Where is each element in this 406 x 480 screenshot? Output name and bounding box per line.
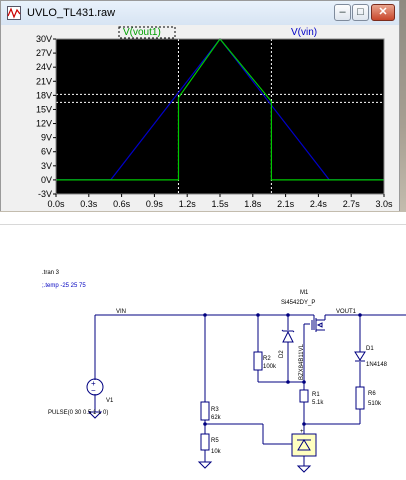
- window-title: UVLO_TL431.raw: [27, 7, 116, 19]
- x-tick-label: 1.5s: [211, 199, 229, 209]
- x-tick-label: 0.6s: [113, 199, 131, 209]
- waveform-window[interactable]: UVLO_TL431.raw – □ ✕ V(vout1) V(vin) 30V…: [0, 0, 400, 211]
- y-tick-label: 30V: [36, 34, 52, 44]
- y-tick-label: 6V: [41, 147, 52, 157]
- x-tick-label: 1.2s: [179, 199, 197, 209]
- mosfet-value[interactable]: Si4542DY_P: [281, 300, 315, 306]
- resistor-r2-ref[interactable]: R2: [263, 356, 271, 362]
- resistor-r3-ref[interactable]: R3: [211, 407, 219, 413]
- y-tick-label: 9V: [41, 133, 52, 143]
- plot-area[interactable]: [55, 26, 385, 195]
- svg-text:+: +: [300, 429, 304, 435]
- x-tick-label: 3.0s: [375, 199, 393, 209]
- net-label-vout1[interactable]: VOUT1: [336, 309, 357, 315]
- y-tick-label: 3V: [41, 161, 52, 171]
- svg-text:−: −: [91, 386, 96, 395]
- diode-d1-ref[interactable]: D1: [366, 346, 374, 352]
- minimize-button[interactable]: –: [334, 4, 351, 21]
- x-tick-label: 2.1s: [277, 199, 295, 209]
- resistor-r5-value[interactable]: 10k: [211, 449, 222, 455]
- y-tick-label: 21V: [36, 76, 52, 86]
- source-v1-ref[interactable]: V1: [106, 398, 114, 404]
- x-tick-label: 2.4s: [310, 199, 328, 209]
- x-tick-label: 0.0s: [47, 199, 65, 209]
- resistor-r6-value[interactable]: 510k: [368, 401, 382, 407]
- window-titlebar[interactable]: UVLO_TL431.raw – □ ✕: [1, 1, 399, 25]
- diode-d1-value[interactable]: 1N4148: [366, 362, 388, 368]
- zener-d2-ref[interactable]: D2: [279, 350, 285, 358]
- net-label-vin[interactable]: VIN: [116, 309, 126, 315]
- x-tick-label: 0.9s: [146, 199, 164, 209]
- tran-directive[interactable]: .tran 3: [42, 270, 60, 276]
- resistor-r5-ref[interactable]: R5: [211, 438, 219, 444]
- schematic-canvas[interactable]: .tran 3 ;.temp -25 25 75 + − + VIN VOUT1…: [0, 212, 406, 480]
- legend-vout1[interactable]: V(vout1): [123, 27, 161, 38]
- maximize-button[interactable]: □: [352, 4, 369, 21]
- resistor-r3-value[interactable]: 62k: [211, 415, 222, 421]
- x-tick-label: 0.3s: [80, 199, 98, 209]
- x-tick-label: 2.7s: [343, 199, 361, 209]
- close-button[interactable]: ✕: [371, 4, 395, 21]
- resistor-r1-ref[interactable]: R1: [312, 392, 320, 398]
- waveform-app-icon: [7, 6, 21, 20]
- resistor-r1-value[interactable]: 5.1k: [312, 400, 324, 406]
- y-tick-label: 27V: [36, 48, 52, 58]
- zener-d2-value[interactable]: BZX84B11VL: [299, 343, 305, 380]
- temp-directive[interactable]: ;.temp -25 25 75: [42, 283, 86, 289]
- x-tick-label: 1.8s: [244, 199, 262, 209]
- resistor-r6-ref[interactable]: R6: [368, 391, 376, 397]
- source-v1-value[interactable]: PULSE(0 30 0.5 1 1 0): [48, 410, 108, 416]
- legend-vin[interactable]: V(vin): [291, 27, 317, 38]
- plot-background: [56, 39, 384, 194]
- y-tick-label: 12V: [36, 119, 52, 129]
- resistor-r2-value[interactable]: 100k: [263, 364, 277, 370]
- mosfet-ref[interactable]: M1: [300, 290, 309, 296]
- y-tick-label: -3V: [38, 189, 52, 199]
- y-tick-label: 24V: [36, 62, 52, 72]
- y-tick-label: 18V: [36, 90, 52, 100]
- y-tick-label: 15V: [36, 104, 52, 114]
- y-tick-label: 0V: [41, 175, 52, 185]
- waveform-plot[interactable]: V(vout1) V(vin) 30V 27V 24V 21V 18V 15V 12V 9V 6…: [1, 25, 399, 211]
